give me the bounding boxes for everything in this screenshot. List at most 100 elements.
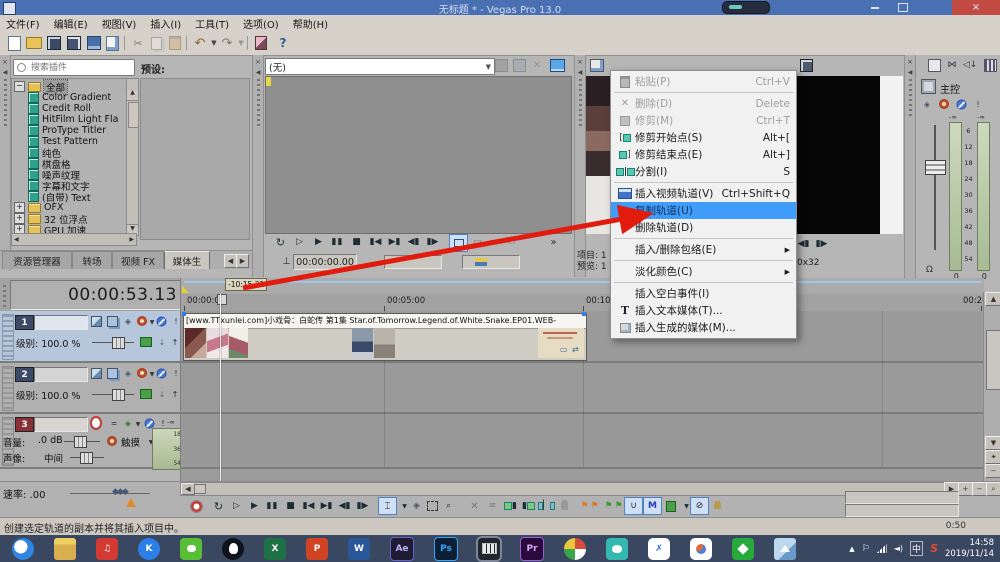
render-as-icon[interactable] (65, 35, 83, 51)
rate-slider[interactable] (70, 493, 150, 494)
play-from-start-icon[interactable]: ▷ (228, 498, 245, 514)
ime-language-icon[interactable]: 中 (910, 541, 924, 556)
track-name-field[interactable] (34, 367, 88, 382)
taskbar-app-kugou-music[interactable]: K (138, 537, 160, 560)
track-grip[interactable] (2, 314, 14, 360)
auto-ripple-icon[interactable]: ⊘ (690, 497, 709, 515)
scroll-up-icon[interactable]: ▲ (985, 292, 1000, 306)
level-slider-thumb[interactable] (112, 389, 125, 401)
taskbar-app-cat-player[interactable] (606, 537, 628, 560)
open-icon[interactable] (25, 35, 43, 51)
delete-icon[interactable]: ✕ (466, 498, 483, 514)
menu-item-insert-text-media[interactable]: T 插入文本媒体(T)... (611, 302, 796, 319)
expand-icon[interactable]: + (14, 202, 25, 213)
track-name-field[interactable] (34, 315, 88, 330)
taskbar-app-thunder[interactable]: ✗ (648, 537, 670, 560)
trimmer-tool-icon[interactable]: ▭ (486, 234, 503, 250)
make-child-icon[interactable]: ↓ (156, 388, 168, 400)
track-motion-icon[interactable] (90, 367, 102, 379)
pin-panel-icon[interactable]: ◀ (0, 69, 10, 76)
menu-item-delete-track[interactable]: 删除轨道(D) (611, 219, 796, 236)
save-snapshot-icon[interactable] (797, 57, 815, 73)
mute-icon[interactable] (155, 367, 167, 379)
menu-item-delete[interactable]: ✕ 删除(D) Delete (611, 95, 796, 112)
trim-end-icon[interactable]: ▮ (520, 498, 537, 514)
envelope-tool-icon[interactable]: ◈ (408, 498, 425, 514)
track-height-icon[interactable]: ✦ (985, 450, 1000, 464)
trimmer-go-start-icon[interactable]: ▮◀ (367, 234, 384, 250)
gear-icon[interactable] (938, 98, 950, 110)
automation-icon[interactable]: ◈ (122, 367, 134, 379)
track-header-3[interactable]: 3 ≂ ◈ ▼ ! -∞ 音量: .0 dB 触摸 ▼ 声像: 中间 18 36 5… (0, 414, 184, 470)
pause-icon[interactable]: ▮▮ (264, 498, 281, 514)
playhead-handle[interactable] (217, 294, 227, 305)
taskbar-app-pinwheel[interactable] (564, 537, 586, 560)
trimmer-media-combo[interactable]: (无) ▼ (265, 58, 495, 75)
master-fader-handle[interactable] (925, 160, 946, 175)
tray-clock[interactable]: 14:58 2019/11/14 (945, 538, 996, 560)
track-header-2[interactable]: 2 ◈ ▼ ! 级别: 100.0 % ↓ ↑ (0, 363, 180, 414)
trimmer-play-start-icon[interactable]: ▷ (291, 234, 308, 250)
cut-icon[interactable]: ✂ (129, 35, 147, 51)
interaction-tool-icon[interactable] (252, 35, 270, 51)
loop-playback-icon[interactable]: ↻ (210, 498, 227, 514)
event-stretch-icon[interactable]: ⇄ (572, 345, 579, 354)
stop-icon[interactable]: ■ (282, 498, 299, 514)
taskbar-app-browser[interactable] (12, 537, 34, 560)
tabs-scroll-right-icon[interactable]: ▶ (236, 254, 249, 268)
tree-vscrollbar[interactable]: ▲ ▼ (126, 79, 138, 235)
go-to-start-icon[interactable]: ▮◀ (300, 498, 317, 514)
close-panel-icon[interactable]: × (0, 58, 10, 66)
tree-item[interactable]: (自带) Text (14, 191, 138, 204)
trimmer-remove-icon[interactable]: ✕ (528, 57, 546, 73)
event-handle[interactable] (582, 312, 586, 316)
taskbar-app-green-tool[interactable] (732, 537, 754, 560)
taskbar-app-file-explorer[interactable] (54, 537, 76, 560)
menu-item-split[interactable]: 分割(I) S (611, 163, 796, 180)
mixer-meters-icon[interactable] (981, 57, 999, 73)
trimmer-loop-icon[interactable]: ↻ (272, 234, 289, 250)
menu-item-trim-end[interactable]: ] 修剪结束点(E) Alt+] (611, 146, 796, 163)
menu-item-insert-video-track[interactable]: 插入视频轨道(V) Ctrl+Shift+Q (611, 185, 796, 202)
mixer-downmix-icon[interactable]: ⋈ (943, 57, 961, 73)
rate-slider-handle[interactable]: ◆◆◆ (112, 487, 129, 497)
taskbar-app-photo-viewer[interactable] (774, 537, 796, 560)
timeline-hscrollbar[interactable]: ◀ (180, 482, 946, 496)
event-handle[interactable] (182, 312, 186, 316)
record-icon[interactable] (188, 498, 205, 514)
time-ruler[interactable]: 00:00:00 00:05:00 00:10:00 00:20: (181, 294, 984, 312)
external-monitor-icon[interactable] (548, 57, 566, 73)
expand-icon[interactable]: + (14, 213, 25, 224)
trim-start-icon[interactable]: ▮ (502, 498, 519, 514)
menu-item-insert-remove-envelope[interactable]: 插入/删除包络(E) ▶ (611, 241, 796, 258)
mute-icon[interactable] (155, 315, 167, 327)
preview-prev-frame-icon[interactable]: ◀▮ (795, 236, 812, 252)
tab-explorer[interactable]: 资源管理器 (2, 251, 72, 269)
lock-icon[interactable] (556, 498, 573, 514)
automation-icon[interactable]: ◈ (921, 98, 933, 110)
loop-region-bar[interactable] (184, 281, 981, 283)
compositing-icon[interactable] (106, 367, 118, 379)
playhead-line[interactable] (220, 294, 221, 481)
close-panel-icon[interactable]: × (575, 58, 585, 66)
timeline-vscrollbar[interactable]: ▲ ▼ ✦ − (983, 292, 1000, 481)
close-panel-icon[interactable]: × (905, 58, 915, 66)
make-child-icon[interactable]: ↓ (156, 336, 168, 348)
trimmer-tool-icon[interactable]: ▭ (469, 234, 486, 250)
go-to-end-icon[interactable]: ▶▮ (318, 498, 335, 514)
trimmer-next-frame-icon[interactable]: ▮▶ (424, 234, 441, 250)
tab-video-fx[interactable]: 视频 FX (112, 251, 164, 269)
video-event[interactable]: [www.TTxunlei.com]小戏骨：白蛇传 第1集 Star.of.To… (183, 313, 587, 361)
tree-item[interactable]: ProType Titler (14, 125, 138, 136)
timeline-area[interactable]: -10:15.21 00:00:00 00:05:00 00:10:00 00:… (180, 278, 984, 481)
next-frame-icon[interactable]: ▮▶ (354, 498, 371, 514)
track-header-1[interactable]: 1 ◈ ▼ ! 级别: 100.0 % ↓ ↑ (0, 311, 180, 363)
menu-tools[interactable]: 工具(T) (195, 16, 229, 31)
taskbar-app-qq[interactable] (222, 537, 244, 560)
menu-item-insert-generated-media[interactable]: 插入生成的媒体(M)... (611, 319, 796, 336)
zoom-edit-tool-icon[interactable]: ⌕ (440, 498, 457, 514)
taskbar-app-photoshop[interactable]: Ps (434, 536, 458, 561)
pin-panel-icon[interactable]: ◀ (253, 69, 263, 76)
taskbar-app-union[interactable] (690, 537, 712, 560)
more-buttons-icon[interactable]: » (545, 234, 562, 250)
